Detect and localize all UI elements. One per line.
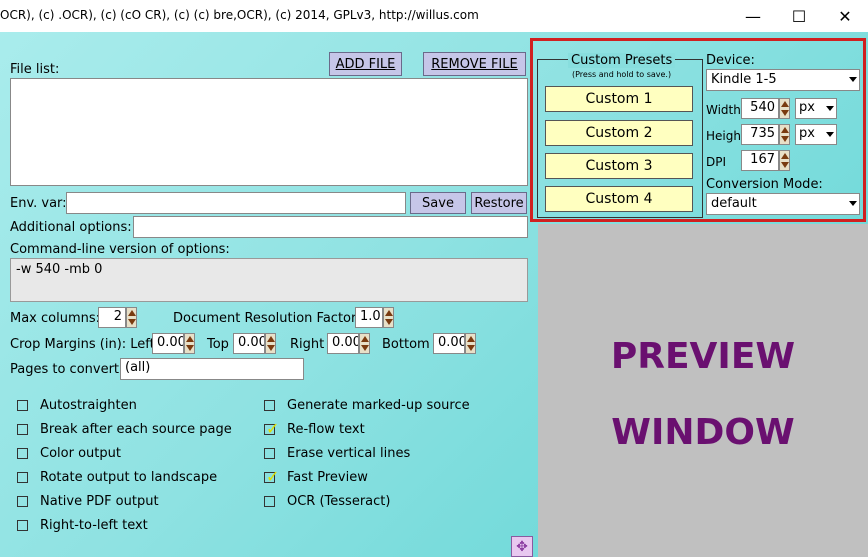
minimize-icon: — <box>745 6 761 26</box>
custom-preset-4-button[interactable]: Custom 4 <box>545 186 693 212</box>
checkbox-box[interactable]: ✓ <box>264 419 279 438</box>
env-var-input[interactable] <box>66 192 406 214</box>
doc-resolution-input[interactable]: 1.0 <box>355 307 383 328</box>
maximize-button[interactable]: ☐ <box>776 0 822 32</box>
conversion-mode-label: Conversion Mode: <box>706 177 823 192</box>
checkbox-box[interactable] <box>17 496 28 507</box>
checkbox-box[interactable]: ✓ <box>264 467 279 486</box>
window-title: OCR), (c) .OCR), (c) (cO CR), (c) (c) br… <box>0 8 479 22</box>
restore-button[interactable]: Restore <box>471 192 527 214</box>
crop-left-input[interactable]: 0.00 <box>152 333 184 354</box>
custom-preset-3-button[interactable]: Custom 3 <box>545 153 693 179</box>
move-handle-icon[interactable]: ✥ <box>511 536 533 557</box>
width-label: Width <box>706 103 741 117</box>
close-icon: ✕ <box>838 6 852 26</box>
close-button[interactable]: ✕ <box>822 0 868 32</box>
minimize-button[interactable]: — <box>730 0 776 32</box>
crop-margins-label: Crop Margins (in): Left <box>10 337 155 352</box>
chevron-down-icon <box>849 201 857 206</box>
crop-top-input[interactable]: 0.00 <box>233 333 265 354</box>
checkbox-box[interactable] <box>17 424 28 435</box>
custom-preset-1-button[interactable]: Custom 1 <box>545 86 693 112</box>
crop-right-label: Right <box>290 337 325 352</box>
crop-right-input[interactable]: 0.00 <box>327 333 359 354</box>
device-select[interactable]: Kindle 1-5 <box>706 69 860 91</box>
checkmark-icon: ✓ <box>266 467 280 486</box>
command-line-box[interactable]: -w 540 -mb 0 <box>10 258 528 302</box>
crop-bottom-input[interactable]: 0.00 <box>433 333 465 354</box>
env-var-label: Env. var: <box>10 196 67 211</box>
chevron-down-icon <box>826 131 834 137</box>
crop-bottom-spinner[interactable] <box>465 333 476 354</box>
crop-right-spinner[interactable] <box>359 333 370 354</box>
checkbox-box[interactable] <box>17 400 28 411</box>
add-file-button[interactable]: ADD FILE <box>329 52 402 76</box>
checkmark-icon: ✓ <box>266 419 280 438</box>
file-list-box[interactable] <box>10 78 528 186</box>
conversion-mode-select[interactable]: default <box>706 193 860 215</box>
title-bar: OCR), (c) .OCR), (c) (cO CR), (c) (c) br… <box>0 0 868 32</box>
dpi-input[interactable]: 167 <box>741 150 779 171</box>
additional-options-input[interactable] <box>133 216 528 238</box>
width-input[interactable]: 540 <box>741 98 779 119</box>
file-list-label: File list: <box>10 62 60 77</box>
pages-input[interactable]: (all) <box>120 358 304 380</box>
chevron-down-icon <box>849 77 857 82</box>
custom-preset-2-button[interactable]: Custom 2 <box>545 120 693 146</box>
checkbox-box[interactable] <box>17 520 28 531</box>
crop-top-spinner[interactable] <box>265 333 276 354</box>
dpi-spinner[interactable] <box>779 150 790 171</box>
command-line-label: Command-line version of options: <box>10 242 230 257</box>
doc-resolution-spinner[interactable] <box>383 307 394 328</box>
crop-bottom-label: Bottom <box>382 337 430 352</box>
height-input[interactable]: 735 <box>741 124 779 145</box>
max-columns-label: Max columns: <box>10 311 101 326</box>
preview-text-line1: PREVIEW <box>610 336 796 377</box>
crop-left-spinner[interactable] <box>184 333 195 354</box>
pages-label: Pages to convert: <box>10 362 124 377</box>
custom-presets-title: Custom Presets <box>568 53 676 68</box>
width-unit-select[interactable]: px <box>795 98 837 119</box>
dpi-label: DPI <box>706 155 727 169</box>
remove-file-button[interactable]: REMOVE FILE <box>423 52 526 76</box>
custom-presets-hint: (Press and hold to save.) <box>572 70 672 79</box>
crop-top-label: Top <box>207 337 229 352</box>
max-columns-spinner[interactable] <box>126 307 137 328</box>
preview-window[interactable]: PREVIEW WINDOW <box>538 224 868 557</box>
checkbox-box[interactable] <box>17 472 28 483</box>
doc-resolution-label: Document Resolution Factor: <box>173 311 361 326</box>
height-spinner[interactable] <box>779 124 790 145</box>
maximize-icon: ☐ <box>791 6 807 26</box>
checkbox-box[interactable] <box>264 448 275 459</box>
chevron-down-icon <box>826 105 834 111</box>
checkbox-box[interactable] <box>264 400 275 411</box>
additional-options-label: Additional options: <box>10 220 132 235</box>
height-unit-select[interactable]: px <box>795 124 837 145</box>
save-button[interactable]: Save <box>410 192 466 214</box>
width-spinner[interactable] <box>779 98 790 119</box>
height-label: Height <box>706 129 746 143</box>
checkbox-box[interactable] <box>17 448 28 459</box>
preview-text-line2: WINDOW <box>611 412 795 453</box>
checkbox-box[interactable] <box>264 496 275 507</box>
max-columns-input[interactable]: 2 <box>98 307 126 328</box>
device-label: Device: <box>706 53 755 68</box>
